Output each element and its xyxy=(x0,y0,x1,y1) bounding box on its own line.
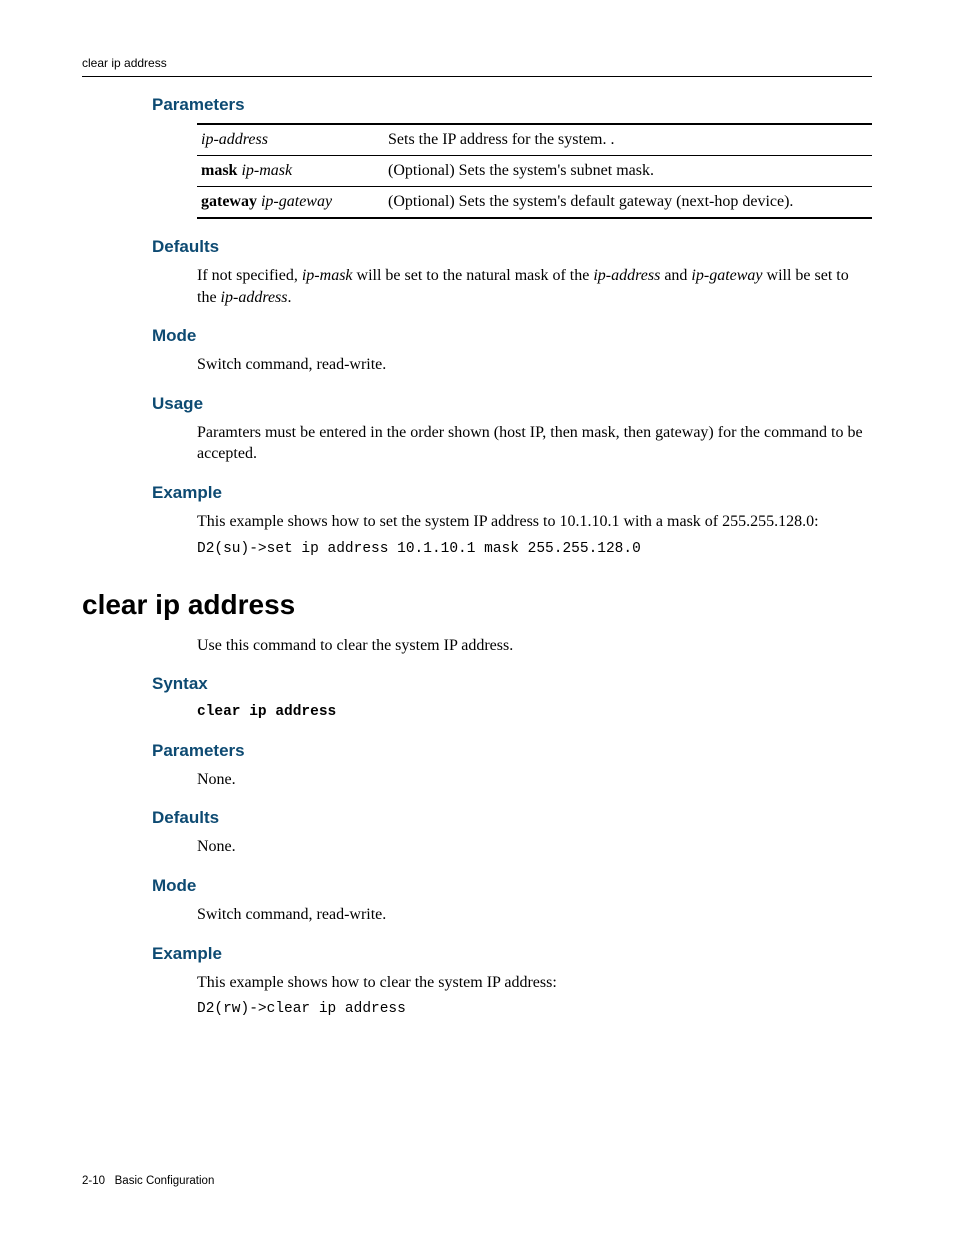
mode-body-2: Switch command, read-write. xyxy=(197,904,872,926)
param-name-cell: ip-address xyxy=(197,124,384,156)
usage-text: Paramters must be entered in the order s… xyxy=(197,422,872,465)
heading-syntax: Syntax xyxy=(152,674,872,694)
command-intro-body: Use this command to clear the system IP … xyxy=(197,635,872,657)
param-name-cell: gateway ip-gateway xyxy=(197,187,384,219)
text-fragment: If not specified, xyxy=(197,267,302,284)
text-fragment: and xyxy=(660,267,691,284)
header-rule xyxy=(82,76,872,77)
page: clear ip address Parameters ip-address S… xyxy=(0,0,954,1235)
text-italic: ip-mask xyxy=(302,267,353,284)
page-footer: 2-10 Basic Configuration xyxy=(82,1175,214,1187)
example-code: D2(su)->set ip address 10.1.10.1 mask 25… xyxy=(197,539,872,559)
table-row: mask ip-mask (Optional) Sets the system'… xyxy=(197,156,872,187)
example-text-2: This example shows how to clear the syst… xyxy=(197,972,872,994)
param-bold: mask xyxy=(201,162,237,179)
param-desc-cell: Sets the IP address for the system. . xyxy=(384,124,872,156)
footer-page-number: 2-10 xyxy=(82,1175,105,1187)
param-desc-cell: (Optional) Sets the system's subnet mask… xyxy=(384,156,872,187)
param-desc-cell: (Optional) Sets the system's default gat… xyxy=(384,187,872,219)
mode-text-2: Switch command, read-write. xyxy=(197,904,872,926)
defaults-text: If not specified, ip-mask will be set to… xyxy=(197,265,872,308)
heading-parameters-2: Parameters xyxy=(152,741,872,761)
text-italic: ip-address xyxy=(593,267,660,284)
mode-text: Switch command, read-write. xyxy=(197,354,872,376)
text-fragment: will be set to the natural mask of the xyxy=(353,267,594,284)
example-text: This example shows how to set the system… xyxy=(197,511,872,533)
parameters-text-2: None. xyxy=(197,769,872,791)
parameters-body: ip-address Sets the IP address for the s… xyxy=(197,123,872,219)
param-italic: ip-mask xyxy=(241,162,292,179)
defaults-body: If not specified, ip-mask will be set to… xyxy=(197,265,872,308)
param-italic: ip-address xyxy=(201,131,268,148)
running-header: clear ip address xyxy=(82,56,872,70)
footer-title: Basic Configuration xyxy=(115,1175,215,1187)
example-body-2: This example shows how to clear the syst… xyxy=(197,972,872,1020)
parameters-table: ip-address Sets the IP address for the s… xyxy=(197,123,872,219)
example-body: This example shows how to set the system… xyxy=(197,511,872,559)
heading-defaults: Defaults xyxy=(152,237,872,257)
heading-parameters: Parameters xyxy=(152,95,872,115)
param-name-cell: mask ip-mask xyxy=(197,156,384,187)
param-bold: gateway xyxy=(201,193,257,210)
text-italic: ip-gateway xyxy=(691,267,762,284)
heading-example-2: Example xyxy=(152,944,872,964)
example-code-2: D2(rw)->clear ip address xyxy=(197,999,872,1019)
table-row: ip-address Sets the IP address for the s… xyxy=(197,124,872,156)
heading-command-clear-ip-address: clear ip address xyxy=(82,589,872,621)
defaults-text-2: None. xyxy=(197,836,872,858)
heading-mode: Mode xyxy=(152,326,872,346)
command-intro-text: Use this command to clear the system IP … xyxy=(197,635,872,657)
heading-example: Example xyxy=(152,483,872,503)
syntax-body: clear ip address xyxy=(197,702,872,722)
mode-body: Switch command, read-write. xyxy=(197,354,872,376)
param-italic: ip-gateway xyxy=(261,193,332,210)
usage-body: Paramters must be entered in the order s… xyxy=(197,422,872,465)
text-fragment: . xyxy=(288,289,292,306)
heading-usage: Usage xyxy=(152,394,872,414)
parameters-body-2: None. xyxy=(197,769,872,791)
text-italic: ip-address xyxy=(221,289,288,306)
table-row: gateway ip-gateway (Optional) Sets the s… xyxy=(197,187,872,219)
syntax-code: clear ip address xyxy=(197,702,872,722)
heading-defaults-2: Defaults xyxy=(152,808,872,828)
heading-mode-2: Mode xyxy=(152,876,872,896)
defaults-body-2: None. xyxy=(197,836,872,858)
